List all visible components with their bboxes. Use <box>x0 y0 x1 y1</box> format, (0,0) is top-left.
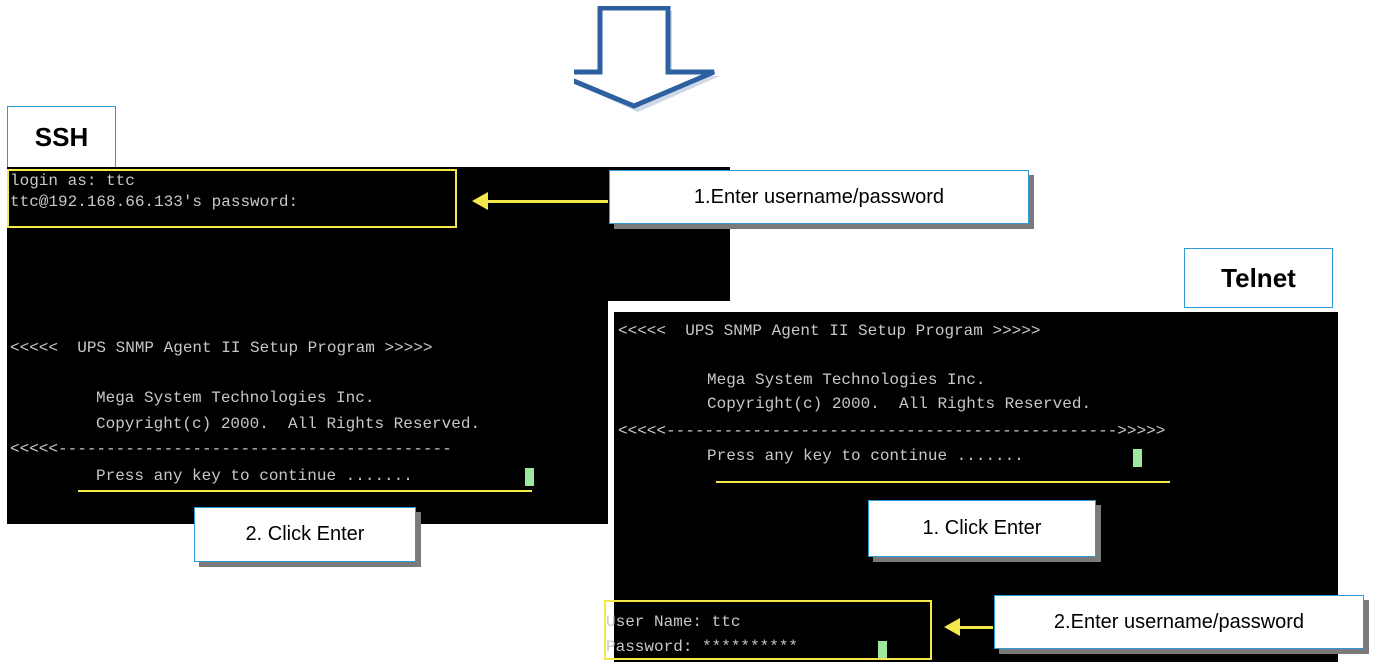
telnet-title-text: Telnet <box>1221 262 1296 293</box>
down-arrow-icon <box>574 6 720 112</box>
telnet-credentials-highlight <box>604 600 932 660</box>
telnet-press-key: Press any key to continue ....... <box>707 447 1024 465</box>
telnet-press-key-underline <box>716 481 1170 483</box>
telnet-banner: <<<<< UPS SNMP Agent II Setup Program >>… <box>618 322 1041 340</box>
ssh-step2-label: 2. Click Enter <box>194 507 416 562</box>
ssh-company: Mega System Technologies Inc. <box>96 389 375 407</box>
ssh-step1-text: 1.Enter username/password <box>693 185 945 208</box>
telnet-step2-text: 2.Enter username/password <box>1053 610 1305 633</box>
ssh-copyright: Copyright(c) 2000. All Rights Reserved. <box>96 415 481 433</box>
ssh-step1-arrow-head <box>472 192 488 210</box>
ssh-cursor <box>525 468 534 486</box>
ssh-step2-text: 2. Click Enter <box>245 523 365 545</box>
ssh-step1-label: 1.Enter username/password <box>609 170 1029 224</box>
telnet-step2-arrow-line <box>958 626 993 629</box>
telnet-company: Mega System Technologies Inc. <box>707 371 986 389</box>
telnet-step2-label: 2.Enter username/password <box>994 595 1364 649</box>
telnet-copyright: Copyright(c) 2000. All Rights Reserved. <box>707 395 1092 413</box>
telnet-separator: <<<<<-----------------------------------… <box>618 422 1166 440</box>
ssh-press-key: Press any key to continue ....... <box>96 467 413 485</box>
telnet-cursor <box>1133 449 1142 467</box>
telnet-title: Telnet <box>1184 248 1333 308</box>
ssh-separator: <<<<<-----------------------------------… <box>10 440 452 458</box>
ssh-banner-block: <<<<< UPS SNMP Agent II Setup Program >>… <box>10 335 608 515</box>
telnet-step1-label: 1. Click Enter <box>868 500 1096 557</box>
ssh-credentials-highlight <box>7 169 457 228</box>
telnet-step1-text: 1. Click Enter <box>922 517 1042 539</box>
ssh-title: SSH <box>7 106 116 168</box>
ssh-step1-arrow-line <box>486 200 608 203</box>
telnet-step2-arrow-head <box>944 618 960 636</box>
ssh-banner: <<<<< UPS SNMP Agent II Setup Program >>… <box>10 339 433 357</box>
ssh-title-text: SSH <box>34 121 89 152</box>
ssh-press-key-underline <box>78 490 532 492</box>
telnet-banner-block: <<<<< UPS SNMP Agent II Setup Program >>… <box>618 318 1338 488</box>
